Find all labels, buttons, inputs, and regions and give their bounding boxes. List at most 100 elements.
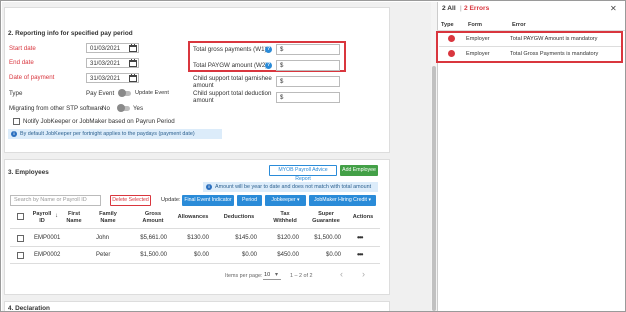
tab-errors[interactable]: 2 Errors	[464, 5, 489, 12]
close-icon[interactable]: ✕	[610, 4, 617, 13]
migrating-no-label: No	[102, 105, 110, 112]
prev-page-icon[interactable]: ‹	[340, 269, 343, 279]
column-header-line: Withheld	[273, 218, 297, 224]
column-header-type: Type	[441, 22, 454, 28]
declaration-section-title: 4. Declaration	[8, 305, 50, 312]
column-header-line: Gross	[144, 211, 162, 217]
update-label: Update:	[161, 197, 181, 203]
row-actions-icon[interactable]: •••	[357, 233, 363, 242]
deduction-label-line1: Child support total deduction	[193, 90, 272, 97]
row-checkbox[interactable]	[17, 235, 24, 242]
column-header-line: Actions	[352, 214, 374, 220]
employees-section-title: 3. Employees	[8, 169, 49, 176]
column-header-line: Name	[100, 218, 116, 224]
next-page-icon[interactable]: ›	[362, 269, 365, 279]
column-header-tax-withheld[interactable]: Tax Withheld	[271, 211, 299, 225]
column-header-actions: Actions	[351, 214, 375, 221]
cell-payroll-id: EMP0002	[34, 252, 61, 258]
items-per-page-value: 10	[264, 272, 271, 278]
help-icon[interactable]: ?	[265, 46, 272, 53]
jobkeeper-dropdown-button[interactable]: Jobkeeper ▾	[265, 195, 306, 206]
migrating-yes-label: Yes	[133, 105, 144, 112]
column-header-line: Amount	[142, 218, 164, 224]
column-header-line: ID	[39, 218, 45, 224]
deduction-label-line2: amount	[193, 97, 214, 104]
column-header-line: First	[67, 211, 81, 217]
info-icon: i	[11, 131, 17, 137]
scrollbar-thumb[interactable]	[432, 66, 436, 311]
update-event-toggle[interactable]	[118, 89, 131, 97]
error-icon	[448, 50, 455, 57]
add-employee-button[interactable]: Add Employee	[340, 165, 378, 176]
reporting-section-title: 2. Reporting info for specified pay peri…	[8, 30, 133, 37]
column-header-gross-amount[interactable]: Gross Amount	[139, 211, 167, 225]
sort-arrow-icon[interactable]: ↓	[55, 213, 58, 220]
column-header-payroll-id[interactable]: Payroll ID	[28, 211, 56, 225]
table-divider	[10, 263, 380, 264]
calendar-icon[interactable]	[129, 59, 137, 67]
cell-allowances: $0.00	[193, 252, 209, 258]
help-icon[interactable]: ?	[265, 62, 272, 69]
jobmaker-dropdown-button[interactable]: JobMaker Hiring Credit ▾	[309, 195, 376, 206]
cell-deductions: $0.00	[241, 252, 257, 258]
items-per-page-select[interactable]: 10 ▾	[263, 271, 281, 280]
chevron-down-icon: ▾	[275, 272, 279, 278]
cell-super-guarantee: $0.00	[325, 252, 341, 258]
error-icon	[448, 35, 455, 42]
payroll-advice-report-button[interactable]: MYOB Payroll Advice Report	[269, 165, 337, 182]
employee-search-input[interactable]: Search by Name or Payroll ID	[10, 195, 101, 206]
column-header-line: Payroll	[32, 211, 52, 217]
error-form: Employer	[466, 36, 490, 42]
final-event-indicator-button[interactable]: Final Event Indicator	[182, 195, 234, 206]
update-event-label: Update Event	[135, 90, 169, 96]
employees-card	[4, 159, 390, 295]
column-header-line: Family	[99, 211, 117, 217]
calendar-icon[interactable]	[129, 74, 137, 82]
table-divider	[10, 246, 380, 247]
cell-first-name: John	[96, 235, 110, 241]
garnishee-input[interactable]: $	[276, 76, 340, 87]
paygw-amount-input[interactable]: $	[276, 60, 340, 71]
cell-gross-amount: $5,661.00	[140, 235, 167, 241]
column-header-line: Deductions	[223, 214, 255, 220]
migrating-toggle[interactable]	[117, 104, 130, 112]
row-actions-icon[interactable]: •••	[357, 250, 363, 259]
select-all-checkbox[interactable]	[17, 213, 24, 220]
info-icon: i	[206, 184, 212, 190]
gross-payments-input[interactable]: $	[276, 44, 340, 55]
column-header-line: Guarantee	[312, 218, 340, 224]
column-header-first-name[interactable]: First Name	[63, 211, 85, 225]
column-header-super-guarantee[interactable]: Super Guarantee	[310, 211, 342, 225]
notify-label: Notify JobKeeper or JobMaker based on Pa…	[23, 118, 175, 125]
column-header-error: Error	[512, 22, 526, 28]
table-divider	[10, 228, 380, 229]
start-date-label: Start date	[9, 45, 36, 52]
column-header-deductions[interactable]: Deductions	[221, 214, 257, 221]
date-of-payment-label: Date of payment	[9, 74, 55, 81]
column-header-family-name[interactable]: Family Name	[95, 211, 121, 225]
notify-checkbox[interactable]	[13, 118, 20, 125]
cell-tax-withheld: $120.00	[277, 235, 299, 241]
type-label: Type	[9, 90, 23, 97]
cell-deductions: $145.00	[235, 235, 257, 241]
column-header-allowances[interactable]: Allowances	[175, 214, 211, 221]
deduction-label: Child support total deduction amount	[193, 90, 271, 104]
error-message: Total PAYGW Amount is mandatory	[510, 36, 598, 42]
period-button[interactable]: Period	[237, 195, 262, 206]
cell-allowances: $130.00	[187, 235, 209, 241]
delete-selected-button[interactable]: Delete Selected	[110, 195, 151, 206]
currency-symbol: $	[280, 63, 284, 69]
column-header-form: Form	[468, 22, 482, 28]
items-per-page-label: Items per page:	[225, 273, 263, 279]
tab-separator: |	[460, 5, 462, 12]
cell-payroll-id: EMP0001	[34, 235, 61, 241]
deduction-input[interactable]: $	[276, 92, 340, 103]
cell-tax-withheld: $450.00	[277, 252, 299, 258]
end-date-label: End date	[9, 59, 34, 66]
migrating-label: Migrating from other STP software	[9, 105, 104, 112]
jobmaker-label: JobMaker Hiring Credit	[313, 197, 367, 203]
row-checkbox[interactable]	[17, 252, 24, 259]
tab-all[interactable]: 2 All	[442, 5, 456, 12]
garnishee-label: Child support total garnishee amount	[193, 75, 272, 89]
calendar-icon[interactable]	[129, 44, 137, 52]
